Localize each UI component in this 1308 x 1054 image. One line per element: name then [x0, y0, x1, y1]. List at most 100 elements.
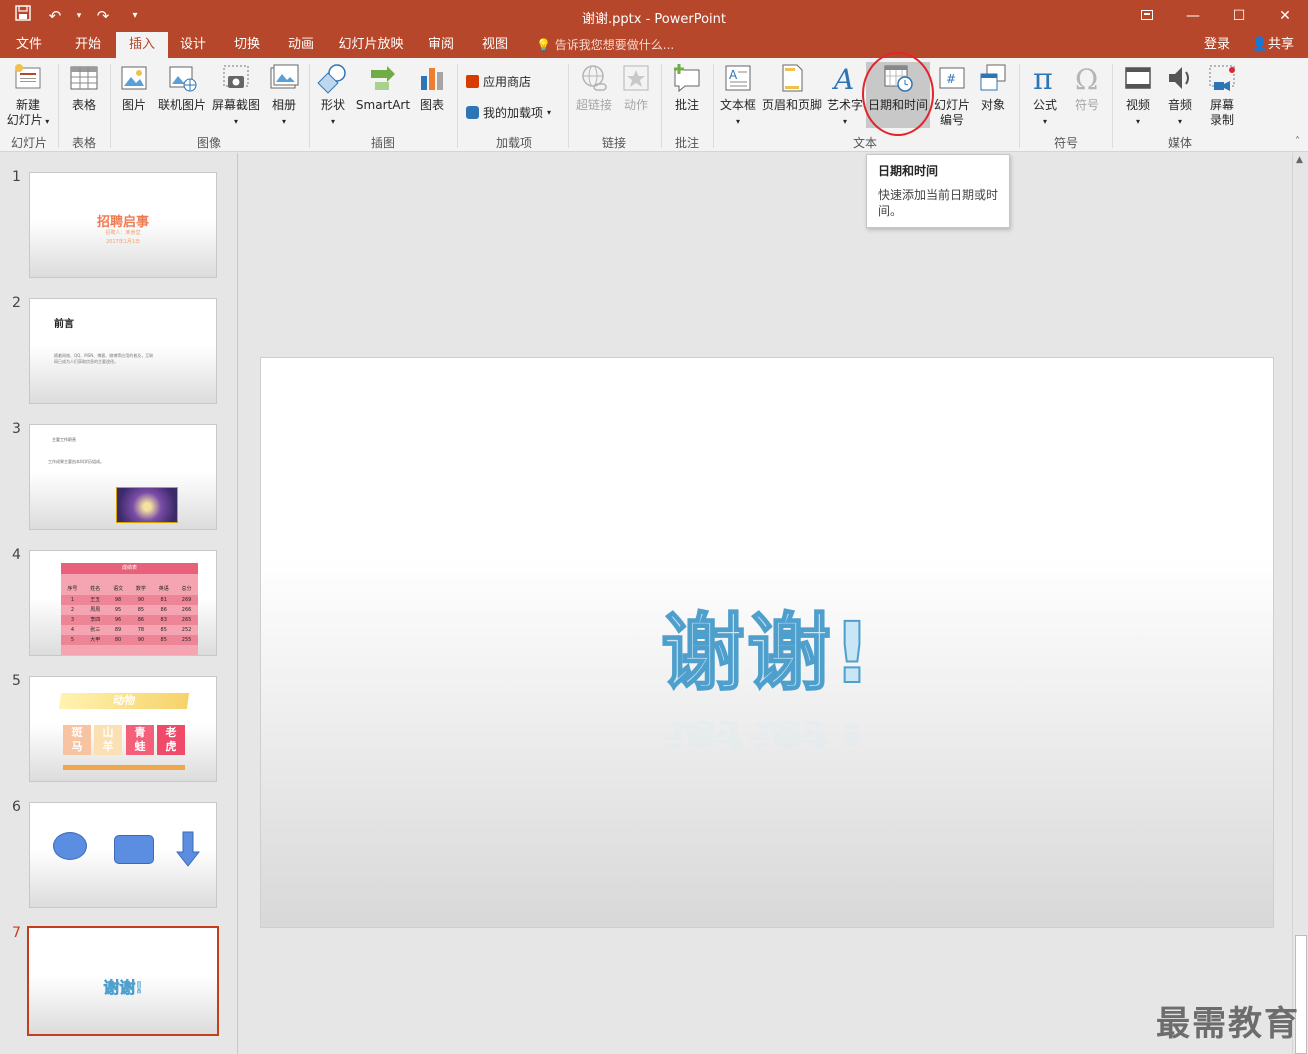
group-label-slides: 幻灯片 — [10, 136, 47, 150]
collapse-ribbon-icon[interactable]: ˄ — [1295, 136, 1300, 147]
video-button[interactable]: 视频 ▾ — [1118, 62, 1158, 129]
group-label-symbols: 符号 — [1053, 136, 1078, 150]
slide-thumbnail-7[interactable]: 谢谢! — [27, 926, 219, 1036]
action-button[interactable]: 动作 — [618, 62, 654, 113]
tab-review[interactable]: 审阅 — [418, 32, 464, 58]
symbol-button[interactable]: Ω 符号 — [1068, 62, 1106, 113]
slide-wordart-text[interactable]: 谢谢! — [261, 586, 1273, 707]
slide-thumbnail-2[interactable]: 前言 随着网络、QQ、MSN、博客、微博等应用的普及，互联网已成为人们获取信息的… — [29, 298, 217, 404]
addins-icon — [466, 106, 479, 119]
thumb-table-row: 1 王五 98 90 81 269 — [61, 595, 198, 605]
textbox-button[interactable]: A 文本框 ▾ — [716, 62, 760, 129]
group-separator — [309, 64, 310, 148]
group-label-images: 图像 — [196, 136, 221, 150]
tab-view[interactable]: 视图 — [472, 32, 518, 58]
ribbon-display-options-icon[interactable] — [1124, 0, 1170, 32]
slide-thumbnail-1[interactable]: 招聘启事 招聘人：某食堂 2017年1月1日 — [29, 172, 217, 278]
picture-button[interactable]: 图片 — [114, 62, 154, 113]
tab-animations[interactable]: 动画 — [278, 32, 324, 58]
scroll-up-icon[interactable]: ▲ — [1296, 155, 1303, 165]
cell: 数学 — [135, 586, 146, 592]
photo-album-button[interactable]: 相册 ▾ — [264, 62, 304, 129]
svg-text:A: A — [831, 63, 854, 94]
cell: 90 — [137, 637, 145, 643]
store-button[interactable]: 应用商店 — [466, 73, 531, 90]
tab-home[interactable]: 开始 — [62, 32, 114, 58]
slide-thumbnail-4[interactable]: 成绩表 序号 姓名 语文 数学 英语 总分 1 王五 98 90 81 269 … — [29, 550, 217, 656]
svg-text:#: # — [946, 72, 956, 86]
cell: 86 — [137, 617, 145, 623]
cell: 78 — [137, 627, 145, 633]
shapes-icon — [317, 62, 349, 94]
slide-number-icon: # — [936, 62, 968, 94]
hyperlink-button[interactable]: 超链接 — [572, 62, 616, 113]
thumb-down-arrow-shape — [176, 831, 200, 867]
share-label: 共享 — [1267, 37, 1294, 52]
group-label-media: 媒体 — [1167, 136, 1192, 150]
object-button[interactable]: 对象 — [974, 62, 1012, 113]
shapes-button[interactable]: 形状 ▾ — [313, 62, 353, 129]
tab-transitions[interactable]: 切换 — [224, 32, 270, 58]
screenshot-button[interactable]: 屏幕截图 ▾ — [210, 62, 262, 129]
pi-icon: π — [1029, 62, 1061, 97]
tab-slideshow[interactable]: 幻灯片放映 — [332, 32, 410, 58]
slide-thumbnail-5[interactable]: 动物 斑马 山羊 青蛙 老虎 — [29, 676, 217, 782]
screen-record-label: 屏幕 录制 — [1209, 98, 1234, 127]
table-button[interactable]: 表格 — [62, 62, 106, 113]
equation-label: 公式 — [1032, 98, 1057, 112]
slide-thumbnail-6[interactable] — [29, 802, 217, 908]
new-slide-button[interactable]: 新建 幻灯片 ▾ — [4, 62, 52, 129]
new-slide-label: 新建 幻灯片 — [6, 98, 43, 127]
tell-me-box[interactable]: 💡 告诉我您想要做什么... — [536, 32, 674, 58]
picture-label: 图片 — [121, 98, 146, 112]
wordart-label: 艺术字 — [826, 98, 863, 112]
chart-button[interactable]: 图表 — [413, 62, 451, 113]
picture-icon — [118, 62, 150, 94]
group-label-addins: 加载项 — [495, 136, 532, 150]
window-controls: — ☐ ✕ — [1124, 0, 1308, 32]
speaker-icon — [1164, 62, 1196, 94]
svg-text:Ω: Ω — [1075, 63, 1098, 94]
sign-in-link[interactable]: 登录 — [1204, 32, 1230, 58]
slide-thumbnail-3[interactable]: 主要工作职责 工作成果主要由本科学历组成。 — [29, 424, 217, 530]
minimize-icon[interactable]: — — [1170, 0, 1216, 32]
slide-canvas[interactable]: 谢谢! 谢谢! — [260, 357, 1274, 928]
thumb-bar — [63, 765, 185, 770]
cell: 98 — [114, 597, 122, 603]
header-footer-button[interactable]: 页眉和页脚 — [760, 62, 824, 113]
chart-label: 图表 — [419, 98, 444, 112]
thumb-title: 前言 — [54, 319, 74, 330]
group-label-tables: 表格 — [71, 136, 96, 150]
share-button[interactable]: 👤共享 — [1252, 32, 1294, 58]
comment-button[interactable]: 批注 — [665, 62, 709, 113]
screen-recording-button[interactable]: 屏幕 录制 — [1202, 62, 1242, 128]
online-picture-button[interactable]: 联机图片 — [156, 62, 208, 113]
cell: 266 — [181, 607, 192, 613]
tab-design[interactable]: 设计 — [170, 32, 216, 58]
cell: 王五 — [90, 597, 101, 603]
table-label: 表格 — [71, 98, 96, 112]
equation-button[interactable]: π 公式 ▾ — [1024, 62, 1066, 129]
slide-number-button[interactable]: # 幻灯片 编号 — [932, 62, 972, 128]
cell: 4 — [70, 627, 74, 633]
cell: 85 — [160, 627, 167, 633]
hyperlink-label: 超链接 — [575, 98, 612, 112]
wordart-button[interactable]: A 艺术字 ▾ — [826, 62, 864, 129]
my-addins-button[interactable]: 我的加载项 ▾ — [466, 104, 551, 121]
new-slide-icon — [12, 62, 44, 94]
maximize-icon[interactable]: ☐ — [1216, 0, 1262, 32]
group-separator — [713, 64, 714, 148]
smartart-button[interactable]: SmartArt — [355, 62, 411, 113]
slide-number: 7 — [12, 925, 21, 941]
wordart-icon: A — [829, 62, 861, 96]
thumb-table-row: 5 大甲 80 90 85 255 — [61, 635, 198, 645]
tab-file[interactable]: 文件 — [6, 32, 52, 58]
tab-insert[interactable]: 插入 — [116, 32, 168, 58]
cell: 2 — [70, 607, 74, 613]
audio-button[interactable]: 音频 ▾ — [1160, 62, 1200, 129]
vertical-scrollbar[interactable]: ▲ — [1292, 153, 1308, 1054]
window-title: 谢谢.pptx - PowerPoint — [582, 12, 726, 27]
cell: 序号 — [67, 586, 78, 592]
photo-album-label: 相册 — [271, 98, 296, 112]
close-icon[interactable]: ✕ — [1262, 0, 1308, 32]
